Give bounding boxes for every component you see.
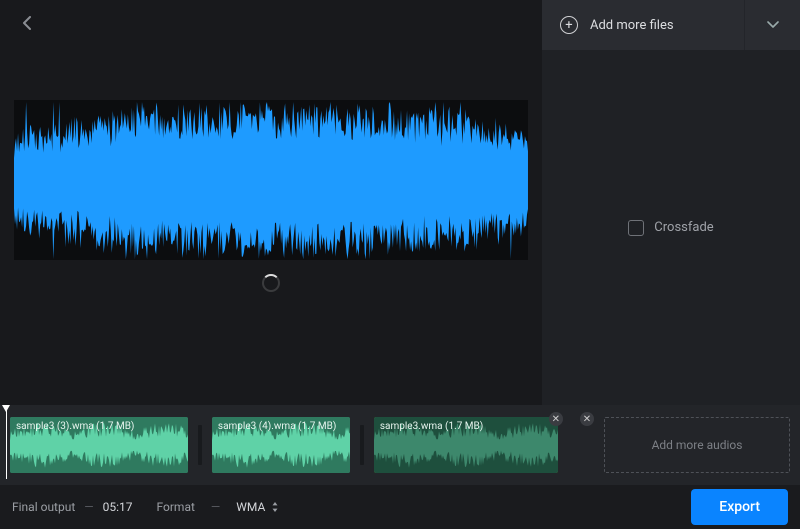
sort-chevrons-icon (271, 502, 279, 512)
export-button[interactable]: Export (691, 489, 788, 525)
crossfade-label: Crossfade (654, 220, 713, 235)
add-more-audios-label: Add more audios (652, 438, 743, 452)
add-more-audios-button[interactable]: Add more audios (604, 417, 790, 473)
crossfade-checkbox[interactable] (628, 220, 644, 236)
separator-icon: — (84, 500, 93, 514)
timeline-clip[interactable]: sample3.wma (1.7 MB)✕ (374, 417, 558, 473)
group-close-button[interactable]: ✕ (580, 412, 594, 426)
format-label: Format (157, 500, 195, 514)
add-more-files-button[interactable]: + Add more files (542, 0, 744, 50)
format-row: Format — WMA (157, 500, 280, 514)
bottom-bar: Final output — 05:17 Format — WMA Export (0, 485, 800, 529)
loading-spinner-icon (262, 274, 280, 292)
final-output-duration: 05:17 (103, 500, 133, 514)
clip-gap-handle[interactable] (360, 425, 364, 465)
timeline-clip[interactable]: sample3 (4).wma (1.7 MB) (212, 417, 350, 473)
back-button[interactable] (18, 14, 36, 32)
clip-label: sample3.wma (1.7 MB) (380, 421, 483, 432)
final-output-label: Final output (12, 500, 75, 514)
timeline[interactable]: sample3 (3).wma (1.7 MB) sample3 (4).wma … (0, 405, 800, 485)
format-value: WMA (236, 500, 265, 514)
playhead[interactable] (6, 409, 7, 479)
clip-close-button[interactable]: ✕ (549, 412, 563, 426)
format-select[interactable]: WMA (236, 500, 279, 514)
separator-icon: — (211, 500, 220, 514)
clip-label: sample3 (3).wma (1.7 MB) (16, 421, 134, 432)
add-files-dropdown[interactable] (744, 0, 800, 50)
main-area (0, 0, 542, 405)
plus-circle-icon: + (560, 16, 578, 34)
clip-label: sample3 (4).wma (1.7 MB) (218, 421, 336, 432)
clip-gap-handle[interactable] (198, 425, 202, 465)
add-more-files-label: Add more files (590, 18, 674, 33)
timeline-clip[interactable]: sample3 (3).wma (1.7 MB) (10, 417, 188, 473)
side-panel: + Add more files Crossfade (542, 0, 800, 405)
final-output-readout: Final output — 05:17 (12, 500, 133, 514)
main-waveform[interactable] (14, 100, 528, 260)
